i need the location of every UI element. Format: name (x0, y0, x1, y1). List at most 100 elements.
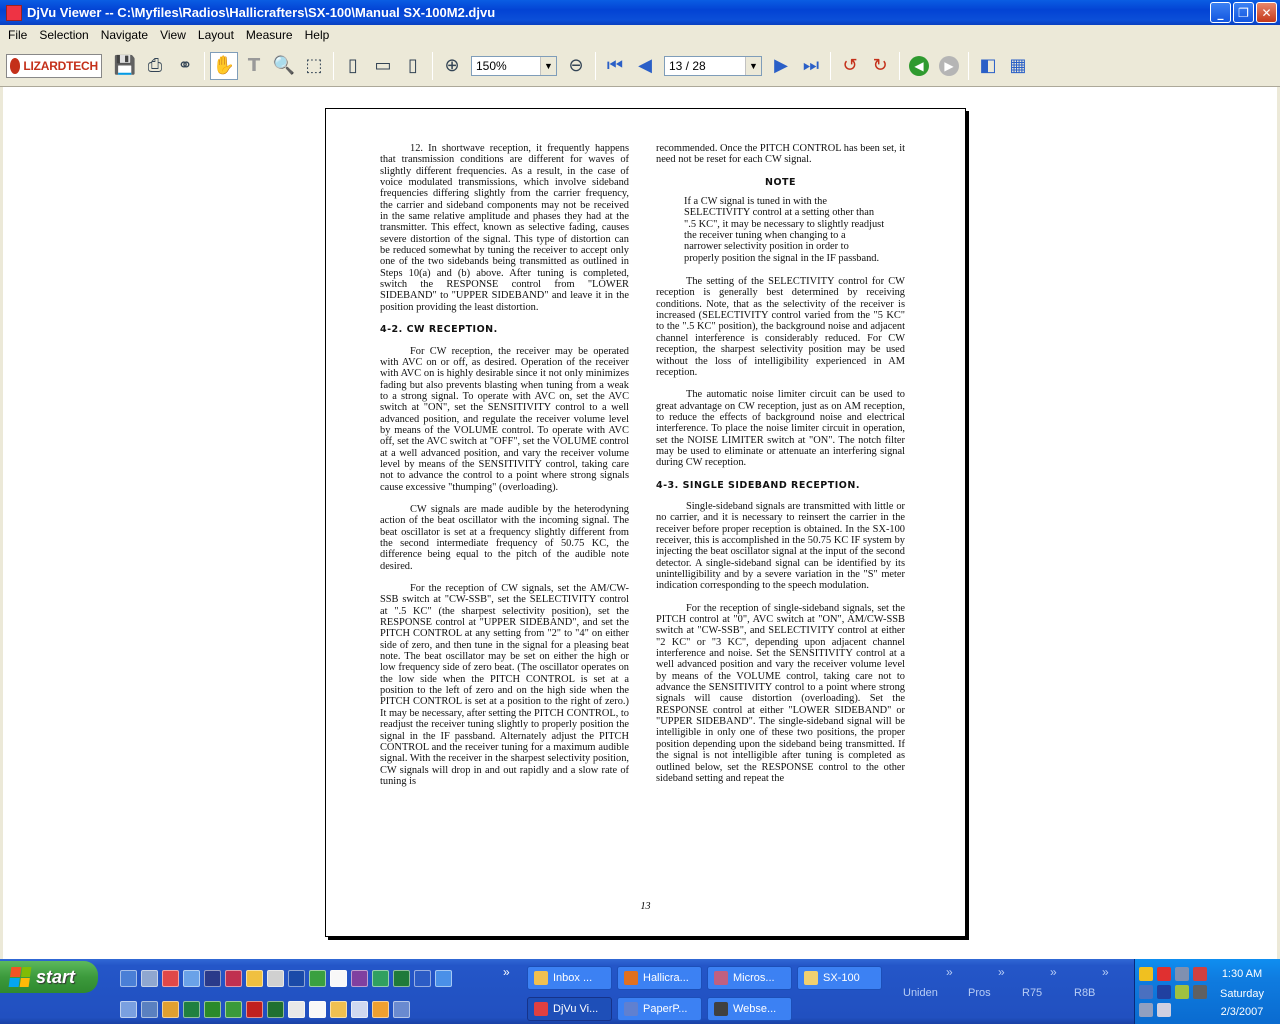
fit-width-button[interactable]: ▭ (369, 52, 397, 80)
quick-launch-icon[interactable] (141, 1001, 158, 1018)
task-label: Micros... (733, 972, 775, 984)
menu-file[interactable]: File (2, 28, 33, 42)
back-button[interactable]: ◀ (905, 52, 933, 80)
task-inbox[interactable]: Inbox ... (527, 966, 612, 990)
maximize-button[interactable]: ❐ (1233, 2, 1254, 23)
tray-icon[interactable] (1175, 967, 1189, 981)
task-hallicrafters[interactable]: Hallicra... (617, 966, 702, 990)
toolbar-group-uniden[interactable]: Uniden (903, 987, 938, 999)
tray-icon[interactable] (1139, 1003, 1153, 1017)
chevron-down-icon[interactable]: ▼ (745, 56, 761, 75)
quick-launch-icon[interactable] (225, 970, 242, 987)
task-paperport[interactable]: PaperP... (617, 997, 702, 1021)
quick-launch-icon[interactable] (120, 970, 137, 987)
menu-navigate[interactable]: Navigate (95, 28, 154, 42)
lizardtech-logo[interactable]: LIZARDTECH (6, 53, 102, 78)
task-djvu-viewer[interactable]: DjVu Vi... (527, 997, 612, 1021)
tray-icon[interactable] (1193, 967, 1207, 981)
quick-launch-icon[interactable] (120, 1001, 137, 1018)
quick-launch-icon[interactable] (330, 1001, 347, 1018)
tray-icon[interactable] (1157, 1003, 1171, 1017)
quick-launch-icon[interactable] (162, 970, 179, 987)
rectangle-select-button[interactable]: ⬚ (300, 52, 328, 80)
quick-launch-icon[interactable] (183, 1001, 200, 1018)
rotate-left-button[interactable]: ↺ (836, 52, 864, 80)
quick-launch-icon[interactable] (351, 1001, 368, 1018)
tray-icon[interactable] (1139, 985, 1153, 999)
chevron-down-icon[interactable]: ▼ (540, 56, 556, 75)
fit-page-button[interactable]: ▯ (399, 52, 427, 80)
menu-help[interactable]: Help (299, 28, 336, 42)
group-overflow-chevron[interactable]: » (1102, 965, 1109, 979)
quick-launch-icon[interactable] (414, 970, 431, 987)
print-button[interactable]: ⎙ (141, 52, 169, 80)
tray-icon[interactable] (1157, 985, 1171, 999)
toolbar-group-r75[interactable]: R75 (1022, 987, 1042, 999)
tray-icon[interactable] (1157, 967, 1171, 981)
quick-launch-icon[interactable] (393, 1001, 410, 1018)
task-sx100[interactable]: SX-100 (797, 966, 882, 990)
quick-launch-icon[interactable] (204, 970, 221, 987)
text-select-button[interactable]: T (240, 52, 268, 80)
last-page-button[interactable]: ⏭ (797, 52, 825, 80)
group-overflow-chevron[interactable]: » (1050, 965, 1057, 979)
task-webservice[interactable]: Webse... (707, 997, 792, 1021)
zoom-select[interactable]: 150% ▼ (471, 55, 557, 76)
quick-launch-icon[interactable] (435, 970, 452, 987)
menu-layout[interactable]: Layout (192, 28, 240, 42)
quick-launch-icon[interactable] (204, 1001, 221, 1018)
quick-launch-icon[interactable] (246, 970, 263, 987)
quick-launch-icon[interactable] (330, 970, 347, 987)
quick-launch-icon[interactable] (267, 1001, 284, 1018)
tray-icon[interactable] (1175, 985, 1189, 999)
quick-launch-overflow-chevron[interactable]: » (503, 965, 510, 979)
minimize-button[interactable]: _ (1210, 2, 1231, 23)
quick-launch-icon[interactable] (183, 970, 200, 987)
quick-launch-icon[interactable] (351, 970, 368, 987)
quick-launch-icon[interactable] (309, 1001, 326, 1018)
quick-launch-icon[interactable] (393, 970, 410, 987)
thumbnails-button[interactable]: ▦ (1004, 52, 1032, 80)
forward-button[interactable]: ▶ (935, 52, 963, 80)
quick-launch-icon[interactable] (141, 970, 158, 987)
find-button[interactable]: ⚭ (171, 52, 199, 80)
menu-selection[interactable]: Selection (33, 28, 94, 42)
document-viewer[interactable]: 12. In shortwave reception, it frequentl… (0, 87, 1280, 959)
hand-tool-button[interactable]: ✋ (210, 51, 238, 80)
tray-icon[interactable] (1139, 967, 1153, 981)
quick-launch-icon[interactable] (288, 1001, 305, 1018)
document-page: 12. In shortwave reception, it frequentl… (325, 108, 966, 937)
toolbar-group-pros[interactable]: Pros (968, 987, 991, 999)
next-page-button[interactable]: ▶ (767, 52, 795, 80)
quick-launch-icon[interactable] (225, 1001, 242, 1018)
quick-launch-icon[interactable] (309, 970, 326, 987)
clock-time[interactable]: 1:30 AM (1212, 968, 1272, 980)
quick-launch-icon[interactable] (372, 970, 389, 987)
single-page-button[interactable]: ▯ (339, 52, 367, 80)
quick-launch-icon[interactable] (162, 1001, 179, 1018)
quick-launch-icon[interactable] (267, 970, 284, 987)
zoom-out-button[interactable]: ⊖ (562, 52, 590, 80)
group-overflow-chevron[interactable]: » (998, 965, 1005, 979)
zoom-in-button[interactable]: ⊕ (438, 52, 466, 80)
group-overflow-chevron[interactable]: » (946, 965, 953, 979)
quick-launch-icon[interactable] (372, 1001, 389, 1018)
sidebar-toggle-button[interactable]: ◧ (974, 52, 1002, 80)
zoom-tool-button[interactable]: 🔍 (270, 52, 298, 80)
task-microsoft[interactable]: Micros... (707, 966, 792, 990)
previous-page-button[interactable]: ◀ (631, 52, 659, 80)
tray-icon[interactable] (1193, 985, 1207, 999)
clock-day: Saturday (1219, 988, 1265, 1000)
quick-launch-icon[interactable] (246, 1001, 263, 1018)
menu-measure[interactable]: Measure (240, 28, 299, 42)
djvu-app-icon[interactable] (6, 4, 22, 21)
close-button[interactable]: ✕ (1256, 2, 1277, 23)
menu-view[interactable]: View (154, 28, 192, 42)
save-button[interactable]: 💾 (111, 52, 139, 80)
start-button[interactable]: start (0, 961, 98, 993)
first-page-button[interactable]: ⏮ (601, 52, 629, 80)
page-select[interactable]: 13 / 28 ▼ (664, 55, 762, 76)
rotate-right-button[interactable]: ↻ (866, 52, 894, 80)
toolbar-group-r8b[interactable]: R8B (1074, 987, 1095, 999)
quick-launch-icon[interactable] (288, 970, 305, 987)
